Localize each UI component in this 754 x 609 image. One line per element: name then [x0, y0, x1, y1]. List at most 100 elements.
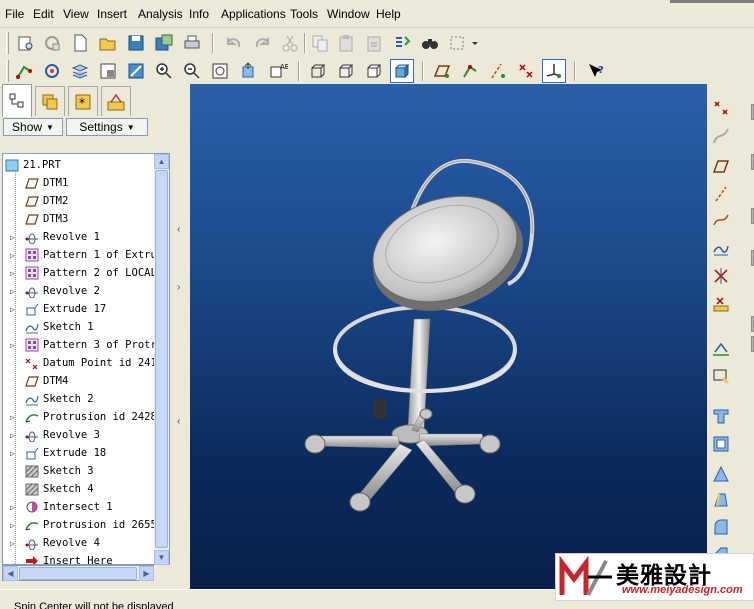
tree-item[interactable]: Sketch 4: [3, 480, 154, 498]
shell-tool-icon[interactable]: [709, 432, 733, 456]
expand-arrow-icon[interactable]: ▷: [10, 341, 15, 350]
collapse-left-icon[interactable]: ‹: [177, 224, 180, 235]
sketch-rectangle-icon[interactable]: [709, 364, 733, 388]
expand-arrow-icon[interactable]: ▷: [10, 521, 15, 530]
tree-item[interactable]: ▷ Extrude 17: [3, 300, 154, 318]
menu-info[interactable]: Info: [189, 7, 209, 21]
reorient-icon[interactable]: [236, 59, 260, 83]
tree-item[interactable]: ▷ Protrusion id 2655: [3, 516, 154, 534]
datum-plane-tool-icon[interactable]: [709, 154, 733, 178]
regenerate-icon[interactable]: [390, 31, 414, 55]
tree-item[interactable]: ▷ Extrude 18: [3, 444, 154, 462]
panel-sash[interactable]: ‹ › ‹: [176, 84, 188, 589]
cut-icon[interactable]: [278, 31, 302, 55]
tree-horizontal-scrollbar[interactable]: ◀ ▶: [2, 565, 154, 581]
favorites-tab[interactable]: *: [68, 86, 98, 116]
round-tool-icon[interactable]: [709, 516, 733, 540]
tree-root[interactable]: 21.PRT: [3, 156, 154, 174]
datum-axes-toggle-icon[interactable]: [458, 59, 482, 83]
tree-item[interactable]: Insert Here: [3, 552, 154, 564]
scroll-down-icon[interactable]: ▼: [154, 550, 169, 565]
tree-item[interactable]: DTM3: [3, 210, 154, 228]
chevron-down-icon[interactable]: [468, 31, 482, 55]
collapse-left-icon[interactable]: ‹: [177, 416, 180, 427]
hole-tool-icon[interactable]: [709, 404, 733, 428]
toolbar-handle[interactable]: [6, 32, 9, 54]
csys-tool-icon[interactable]: [709, 264, 733, 288]
refit-icon[interactable]: [208, 59, 232, 83]
menu-tools[interactable]: Tools: [290, 7, 318, 21]
scroll-thumb[interactable]: [155, 170, 168, 548]
scroll-thumb[interactable]: [19, 567, 137, 580]
open-folder-icon[interactable]: [96, 31, 120, 55]
rib-tool-icon[interactable]: [709, 462, 733, 486]
sketch-datum-icon[interactable]: [709, 336, 733, 360]
draft-tool-icon[interactable]: [709, 488, 733, 512]
tree-item[interactable]: Sketch 2: [3, 390, 154, 408]
datum-display-icon[interactable]: [12, 59, 36, 83]
save-copy-icon[interactable]: [152, 31, 176, 55]
datum-point-tool-icon[interactable]: [709, 96, 733, 120]
tree-item[interactable]: ▷ Pattern 1 of Extru: [3, 246, 154, 264]
model-tree-tab[interactable]: [2, 84, 32, 117]
tree-item[interactable]: ▷ Revolve 3: [3, 426, 154, 444]
expand-arrow-icon[interactable]: ▷: [10, 431, 15, 440]
expand-arrow-icon[interactable]: ▷: [10, 503, 15, 512]
menu-window[interactable]: Window: [327, 7, 370, 21]
menu-analysis[interactable]: Analysis: [138, 7, 183, 21]
find-binoculars-icon[interactable]: [418, 31, 442, 55]
zoom-in-icon[interactable]: [152, 59, 176, 83]
datum-axis-tool-icon[interactable]: [709, 182, 733, 206]
toolbar-handle[interactable]: [6, 60, 9, 82]
selection-box-icon[interactable]: [446, 31, 470, 55]
menu-view[interactable]: View: [63, 7, 89, 21]
zoom-out-icon[interactable]: [180, 59, 204, 83]
menu-file[interactable]: File: [5, 7, 24, 21]
connections-tab[interactable]: [101, 86, 131, 116]
saved-views-icon[interactable]: AB: [266, 59, 290, 83]
sketch-tool-icon[interactable]: [709, 236, 733, 260]
menu-edit[interactable]: Edit: [33, 7, 54, 21]
spin-center-icon[interactable]: [40, 59, 64, 83]
datum-curve-tool-icon[interactable]: [709, 124, 733, 148]
menu-help[interactable]: Help: [376, 7, 401, 21]
tree-vertical-scrollbar[interactable]: ▲ ▼: [154, 153, 170, 565]
scroll-left-icon[interactable]: ◀: [3, 566, 18, 581]
tree-item[interactable]: DTM4: [3, 372, 154, 390]
analysis-tool-icon[interactable]: [709, 292, 733, 316]
scroll-right-icon[interactable]: ▶: [139, 566, 154, 581]
tree-item[interactable]: Sketch 3: [3, 462, 154, 480]
menu-insert[interactable]: Insert: [97, 7, 127, 21]
tree-item[interactable]: ▷ Pattern 3 of Protr: [3, 336, 154, 354]
tree-item[interactable]: ▷ Pattern 2 of LOCAL: [3, 264, 154, 282]
layers-icon[interactable]: [68, 59, 92, 83]
datum-planes-toggle-icon[interactable]: [430, 59, 454, 83]
undo-icon[interactable]: [222, 31, 246, 55]
open-session-icon[interactable]: [40, 31, 64, 55]
paste-icon[interactable]: [334, 31, 358, 55]
expand-arrow-icon[interactable]: ▷: [10, 305, 15, 314]
graphics-window[interactable]: [190, 84, 707, 589]
menu-applications[interactable]: Applications: [221, 7, 286, 21]
tree-item[interactable]: Datum Point id 241: [3, 354, 154, 372]
save-icon[interactable]: [124, 31, 148, 55]
expand-arrow-icon[interactable]: ▷: [10, 251, 15, 260]
wireframe-icon[interactable]: [306, 59, 330, 83]
shading-icon[interactable]: [390, 59, 414, 83]
layers-tab[interactable]: [35, 86, 65, 116]
new-icon[interactable]: [14, 31, 38, 55]
settings-dropdown[interactable]: Settings ▼: [66, 118, 148, 136]
expand-arrow-icon[interactable]: ▷: [10, 413, 15, 422]
expand-arrow-icon[interactable]: ▷: [10, 233, 15, 242]
appearance-icon[interactable]: [124, 59, 148, 83]
tree-item[interactable]: ▷ Intersect 1: [3, 498, 154, 516]
tree-item[interactable]: ▷ Revolve 4: [3, 534, 154, 552]
tree-item[interactable]: Sketch 1: [3, 318, 154, 336]
hidden-line-icon[interactable]: [334, 59, 358, 83]
copy-icon[interactable]: [308, 31, 332, 55]
show-dropdown[interactable]: Show ▼: [3, 118, 63, 136]
datum-points-toggle-icon[interactable]: [486, 59, 510, 83]
expand-arrow-icon[interactable]: ▷: [10, 287, 15, 296]
coordinate-systems-toggle-icon[interactable]: [514, 59, 538, 83]
context-help-icon[interactable]: ?: [584, 59, 608, 83]
